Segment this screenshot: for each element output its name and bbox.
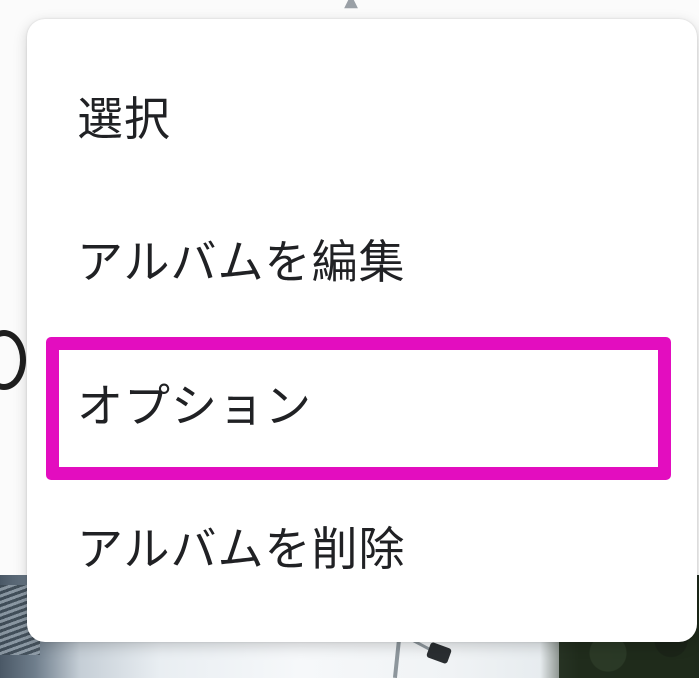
photo-detail [425,641,453,665]
menu-item-label: 選択 [77,92,171,146]
menu-item-options[interactable]: オプション [27,343,697,463]
menu-item-edit-album[interactable]: アルバムを編集 [27,199,697,319]
menu-item-label: アルバムを編集 [77,235,406,289]
background-partial-glyph [0,330,26,390]
menu-item-delete-album[interactable]: アルバムを削除 [27,486,697,606]
toolbar-icon: ▲ [344,0,358,11]
menu-item-label: アルバムを削除 [77,522,406,576]
menu-item-label: オプション [77,379,312,433]
menu-item-select[interactable]: 選択 [27,56,697,176]
more-options-icon: ⋯ [394,0,444,11]
album-context-menu: 選択 アルバムを編集 オプション アルバムを削除 [27,19,697,642]
